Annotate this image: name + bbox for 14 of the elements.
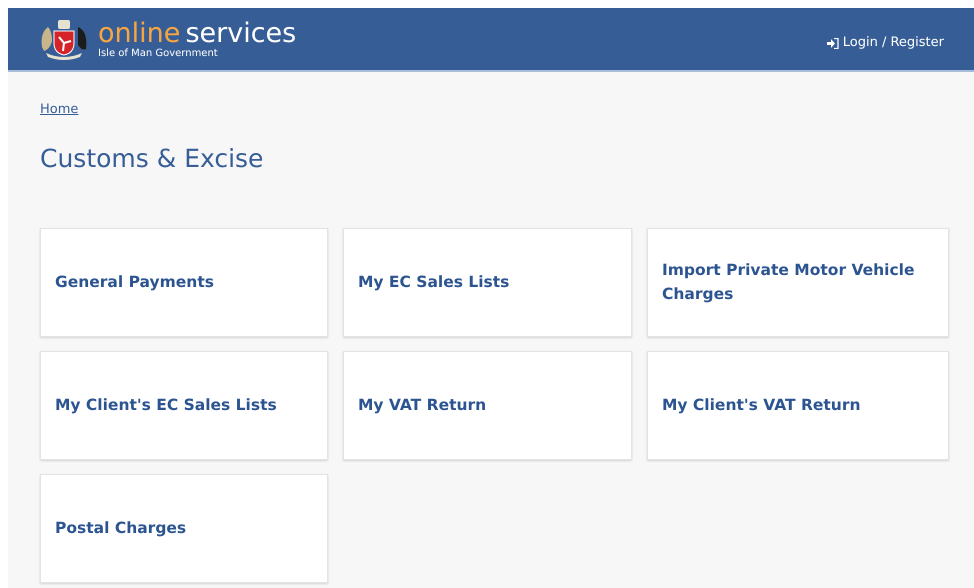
brand-name: online	[98, 18, 180, 48]
brand-subtitle: Isle of Man Government	[98, 48, 219, 58]
service-card[interactable]: My EC Sales Lists	[343, 228, 632, 337]
service-card[interactable]: Postal Charges	[40, 474, 328, 583]
breadcrumb-link[interactable]: Home	[40, 102, 78, 117]
service-card[interactable]: My VAT Return	[343, 351, 632, 460]
service-card[interactable]: My Client's EC Sales Lists	[40, 351, 328, 460]
brand-name: services	[185, 18, 296, 48]
login-link[interactable]: Login / Register	[826, 33, 944, 53]
service-card[interactable]: General Payments	[40, 228, 328, 337]
service-card[interactable]: Import Private Motor Vehicle Charges	[647, 228, 949, 337]
service-card[interactable]: My Client's VAT Return	[647, 351, 949, 460]
page-title: Customs & Excise	[40, 144, 264, 174]
login-icon	[826, 38, 839, 48]
